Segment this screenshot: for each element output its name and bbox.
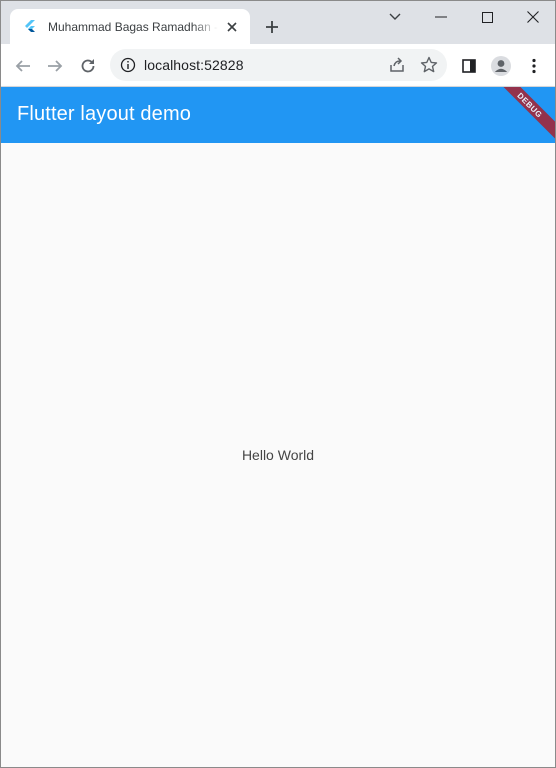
share-icon[interactable] [387, 55, 407, 75]
address-bar[interactable]: localhost:52828 [110, 49, 447, 81]
minimize-icon[interactable] [418, 1, 464, 33]
close-tab-icon[interactable] [224, 19, 240, 35]
forward-icon[interactable] [41, 52, 69, 80]
app-body: Hello World [1, 143, 555, 767]
bookmark-star-icon[interactable] [419, 55, 439, 75]
back-icon[interactable] [9, 52, 37, 80]
profile-avatar-icon[interactable] [487, 52, 515, 80]
new-tab-icon[interactable] [261, 16, 283, 38]
browser-toolbar: localhost:52828 [1, 44, 555, 87]
maximize-icon[interactable] [464, 1, 510, 33]
flutter-favicon-icon [22, 19, 38, 35]
close-window-icon[interactable] [510, 1, 555, 33]
app-bar-title: Flutter layout demo [17, 103, 192, 125]
debug-banner: DEBUG [499, 87, 555, 143]
flutter-app-bar: Flutter layout demo [1, 87, 555, 143]
side-panel-icon[interactable] [455, 52, 483, 80]
url-text: localhost:52828 [144, 57, 244, 73]
debug-banner-label: DEBUG [499, 87, 555, 142]
tab-title: Muhammad Bagas Ramadhan - Flutter layout… [48, 19, 218, 34]
reload-icon[interactable] [74, 52, 102, 80]
browser-tab[interactable]: Muhammad Bagas Ramadhan - Flutter layout… [10, 9, 250, 44]
hello-world-text: Hello World [241, 447, 315, 463]
menu-kebab-icon[interactable] [520, 52, 548, 80]
browser-window: Muhammad Bagas Ramadhan - Flutter layout… [0, 0, 556, 768]
tab-search-chevron-icon[interactable] [372, 1, 418, 33]
tab-strip: Muhammad Bagas Ramadhan - Flutter layout… [1, 1, 555, 44]
site-info-icon[interactable] [120, 57, 136, 73]
